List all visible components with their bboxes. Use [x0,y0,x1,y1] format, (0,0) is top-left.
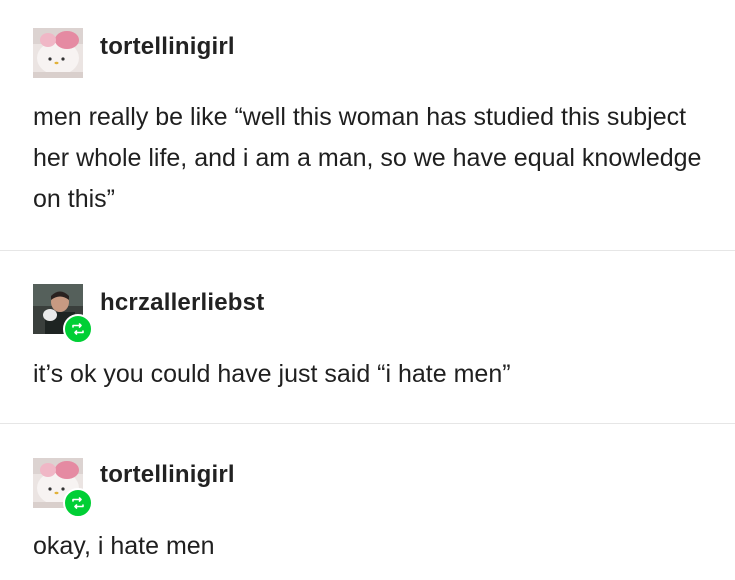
username[interactable]: tortellinigirl [100,33,235,61]
post-3: tortellinigirl okay, i hate men [0,424,735,580]
avatar-wrap[interactable] [33,458,93,518]
avatar-wrap[interactable] [33,28,83,78]
post-2: hcrzallerliebst it’s ok you could have j… [0,251,735,423]
cat-avatar-icon[interactable] [33,28,83,78]
post-1: tortellinigirl men really be like “well … [0,0,735,250]
post-text: men really be like “well this woman has … [33,103,702,213]
reblog-icon [63,488,93,518]
post-text: it’s ok you could have just said “i hate… [33,360,511,388]
post-text: okay, i hate men [33,532,215,560]
avatar-wrap[interactable] [33,284,93,344]
reblog-icon [63,314,93,344]
username[interactable]: hcrzallerliebst [100,289,264,317]
username[interactable]: tortellinigirl [100,461,235,489]
